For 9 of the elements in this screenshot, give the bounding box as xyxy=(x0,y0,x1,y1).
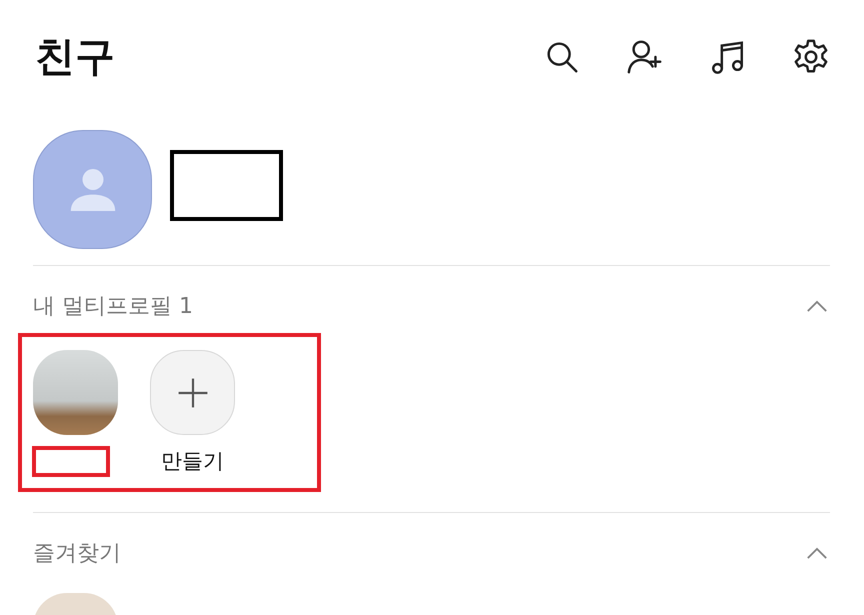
chevron-up-icon[interactable] xyxy=(806,546,828,560)
cup-photo-placeholder[interactable] xyxy=(33,350,118,435)
page-title: 친구 xyxy=(35,32,115,82)
add-tile[interactable] xyxy=(150,350,235,435)
create-label: 만들기 xyxy=(161,448,224,475)
add-person-icon[interactable] xyxy=(626,38,664,76)
section-title: 내 멀티프로필 1 xyxy=(33,293,193,321)
section-title: 즐겨찾기 xyxy=(33,540,121,568)
chevron-up-icon[interactable] xyxy=(806,300,828,312)
